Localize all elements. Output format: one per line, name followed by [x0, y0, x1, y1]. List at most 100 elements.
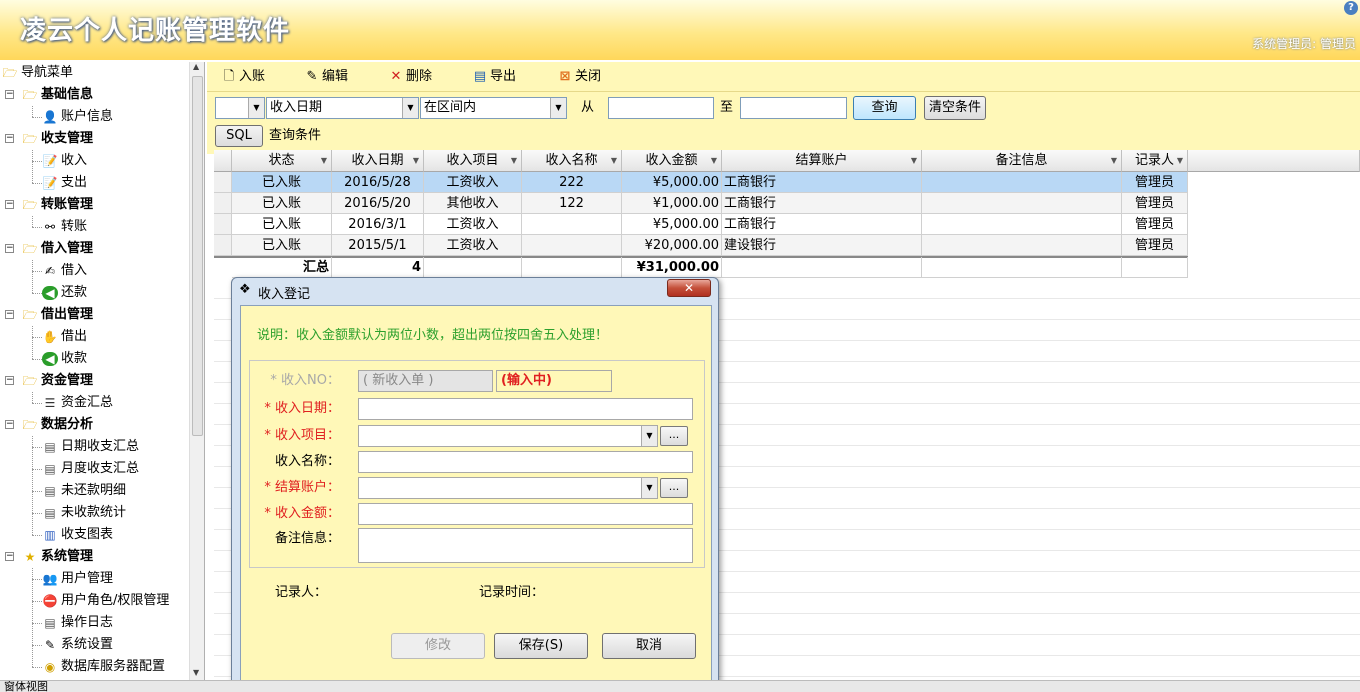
to-input[interactable]: [740, 97, 847, 119]
table-cell[interactable]: 管理员: [1122, 235, 1188, 256]
from-input[interactable]: [608, 97, 714, 119]
table-cell[interactable]: 工资收入: [424, 172, 522, 193]
save-button[interactable]: 保存(S): [494, 633, 588, 659]
nav-item[interactable]: ⛔ 用户角色/权限管理: [42, 590, 170, 612]
nav-item[interactable]: ▤ 未还款明细: [42, 480, 126, 502]
filter-field-select[interactable]: 收入日期 ▼: [266, 97, 419, 119]
column-header[interactable]: 结算账户 ▼: [722, 150, 922, 172]
sql-button[interactable]: SQL: [215, 125, 263, 147]
close-button[interactable]: ⊠ 关闭: [557, 66, 601, 88]
nav-item[interactable]: ✋ 借出: [42, 326, 88, 348]
table-cell[interactable]: 2016/5/28: [332, 172, 424, 193]
clear-conditions-button[interactable]: 清空条件: [924, 96, 986, 120]
table-cell[interactable]: 已入账: [232, 214, 332, 235]
table-cell[interactable]: 2015/5/1: [332, 235, 424, 256]
sort-dropdown-icon[interactable]: ▼: [511, 150, 517, 172]
remark-textarea[interactable]: [358, 528, 693, 563]
table-cell[interactable]: 222: [522, 172, 622, 193]
table-cell[interactable]: [522, 214, 622, 235]
nav-group-7[interactable]: ★ 系统管理: [22, 546, 93, 568]
nav-item[interactable]: 👥 用户管理: [42, 568, 114, 590]
nav-item[interactable]: 📝 收入: [42, 150, 88, 172]
table-cell[interactable]: [922, 193, 1122, 214]
scrollbar-thumb[interactable]: [192, 76, 203, 436]
nav-item[interactable]: ✎ 系统设置: [42, 634, 113, 656]
table-cell[interactable]: 工资收入: [424, 235, 522, 256]
modify-button[interactable]: 修改: [391, 633, 485, 659]
settle-account-browse-button[interactable]: ...: [660, 478, 688, 498]
edit-button[interactable]: ✎ 编辑: [304, 66, 348, 88]
row-selector[interactable]: [214, 193, 232, 214]
query-button[interactable]: 查询: [853, 96, 916, 120]
nav-group-3[interactable]: 🗁 借入管理: [22, 238, 93, 260]
column-header[interactable]: 收入金额 ▼: [622, 150, 722, 172]
sidebar-scrollbar[interactable]: ▲ ▼: [189, 62, 204, 680]
sort-dropdown-icon[interactable]: ▼: [413, 150, 419, 172]
table-cell[interactable]: ¥20,000.00: [622, 235, 722, 256]
column-header[interactable]: 记录人 ▼: [1122, 150, 1188, 172]
collapse-toggle-icon[interactable]: −: [5, 552, 14, 561]
table-cell[interactable]: 管理员: [1122, 214, 1188, 235]
table-cell[interactable]: 管理员: [1122, 172, 1188, 193]
column-header[interactable]: 收入项目 ▼: [424, 150, 522, 172]
income-name-input[interactable]: [358, 451, 693, 473]
table-cell[interactable]: 已入账: [232, 193, 332, 214]
column-header[interactable]: 收入日期 ▼: [332, 150, 424, 172]
dialog-close-button[interactable]: ✕: [667, 279, 711, 297]
table-cell[interactable]: 已入账: [232, 235, 332, 256]
cancel-button[interactable]: 取消: [602, 633, 696, 659]
nav-root[interactable]: 🗁 导航菜单: [2, 62, 73, 84]
settle-account-select[interactable]: ▼: [358, 477, 658, 499]
nav-item[interactable]: 👤 账户信息: [42, 106, 114, 128]
nav-group-4[interactable]: 🗁 借出管理: [22, 304, 93, 326]
row-selector[interactable]: [214, 214, 232, 235]
table-cell[interactable]: [922, 172, 1122, 193]
nav-group-5[interactable]: 🗁 资金管理: [22, 370, 93, 392]
scroll-up-icon[interactable]: ▲: [193, 62, 199, 71]
table-cell[interactable]: 建设银行: [722, 235, 922, 256]
nav-group-1[interactable]: 🗁 收支管理: [22, 128, 93, 150]
add-entry-button[interactable]: 🗋 入账: [221, 66, 265, 88]
nav-item[interactable]: ⚯ 转账: [42, 216, 87, 238]
help-icon[interactable]: ?: [1344, 1, 1358, 15]
grid-corner[interactable]: [214, 150, 232, 172]
collapse-toggle-icon[interactable]: −: [5, 244, 14, 253]
table-cell[interactable]: ¥1,000.00: [622, 193, 722, 214]
nav-item[interactable]: ◉ 数据库服务器配置: [42, 656, 165, 678]
nav-item[interactable]: ☰ 资金汇总: [42, 392, 113, 414]
scroll-down-icon[interactable]: ▼: [193, 668, 199, 677]
nav-group-2[interactable]: 🗁 转账管理: [22, 194, 93, 216]
sort-dropdown-icon[interactable]: ▼: [1111, 150, 1117, 172]
nav-item[interactable]: ▤ 未收款统计: [42, 502, 126, 524]
collapse-toggle-icon[interactable]: −: [5, 200, 14, 209]
delete-button[interactable]: ✕ 删除: [388, 66, 432, 88]
nav-item[interactable]: ◀ 收款: [42, 348, 87, 370]
table-cell[interactable]: ¥5,000.00: [622, 214, 722, 235]
table-cell[interactable]: 工商银行: [722, 193, 922, 214]
table-cell[interactable]: 已入账: [232, 172, 332, 193]
column-header[interactable]: 备注信息 ▼: [922, 150, 1122, 172]
sort-dropdown-icon[interactable]: ▼: [1177, 150, 1183, 172]
collapse-toggle-icon[interactable]: −: [5, 376, 14, 385]
nav-item[interactable]: ✍ 借入: [42, 260, 87, 282]
table-cell[interactable]: 管理员: [1122, 193, 1188, 214]
table-cell[interactable]: 122: [522, 193, 622, 214]
collapse-toggle-icon[interactable]: −: [5, 420, 14, 429]
column-header[interactable]: 状态 ▼: [232, 150, 332, 172]
nav-group-0[interactable]: 🗁 基础信息: [22, 84, 93, 106]
nav-item[interactable]: ▤ 操作日志: [42, 612, 113, 634]
table-cell[interactable]: 工商银行: [722, 172, 922, 193]
nav-group-6[interactable]: 🗁 数据分析: [22, 414, 93, 436]
table-cell[interactable]: ¥5,000.00: [622, 172, 722, 193]
collapse-toggle-icon[interactable]: −: [5, 90, 14, 99]
nav-item[interactable]: ▥ 收支图表: [42, 524, 113, 546]
table-cell[interactable]: 工商银行: [722, 214, 922, 235]
income-item-browse-button[interactable]: ...: [660, 426, 688, 446]
sort-dropdown-icon[interactable]: ▼: [711, 150, 717, 172]
nav-item[interactable]: ▤ 日期收支汇总: [42, 436, 139, 458]
nav-item[interactable]: 📝 支出: [42, 172, 88, 194]
row-selector[interactable]: [214, 172, 232, 193]
table-cell[interactable]: 2016/5/20: [332, 193, 424, 214]
sort-dropdown-icon[interactable]: ▼: [321, 150, 327, 172]
export-button[interactable]: ▤ 导出: [472, 66, 516, 88]
